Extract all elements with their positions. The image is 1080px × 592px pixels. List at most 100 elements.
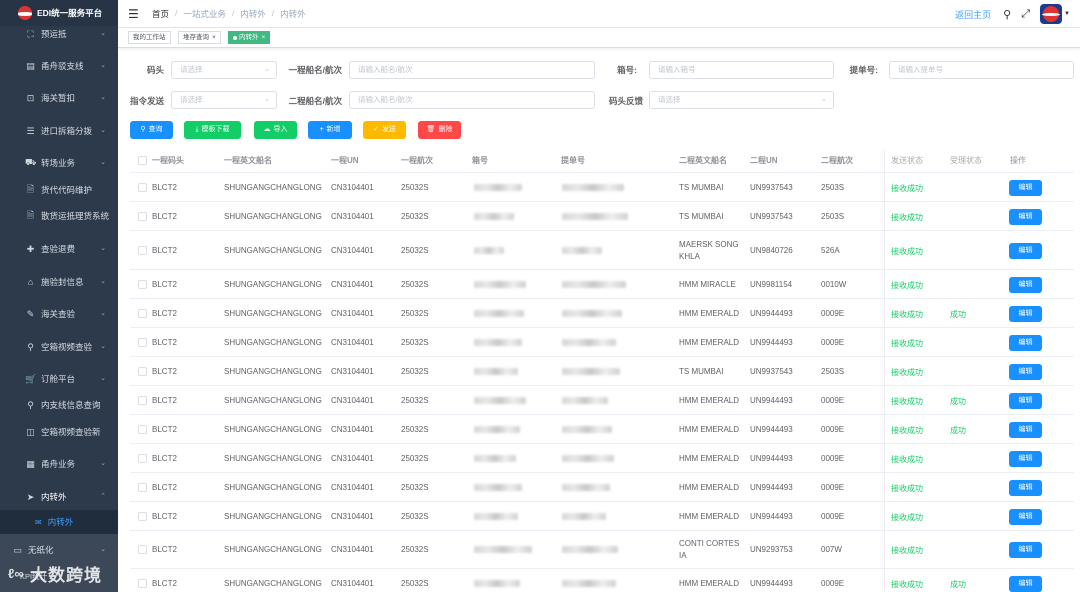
row-checkbox[interactable] — [138, 183, 147, 192]
edit-button[interactable]: 编辑 — [1009, 306, 1042, 322]
delete-button[interactable]: 🗑 删除 — [418, 121, 461, 139]
sidebar-item[interactable]: ➤ 内转外 ⌃ — [0, 483, 118, 511]
fullscreen-icon[interactable]: ⤢ — [1021, 8, 1030, 21]
vessel1-input[interactable]: 请输入船名/航次 — [349, 61, 595, 79]
tag-workstation[interactable]: 我的工作站 — [128, 31, 171, 44]
row-checkbox[interactable] — [138, 545, 147, 554]
sidebar-item[interactable]: ⚲ 内支线信息查询 — [0, 391, 118, 419]
add-button[interactable]: + 新增 — [308, 121, 352, 139]
vessel2-input[interactable]: 请输入船名/航次 — [349, 91, 595, 109]
sidebar-item[interactable]: 🗎 散货运抵理货系统 — [0, 202, 118, 230]
edit-button[interactable]: 编辑 — [1009, 180, 1042, 196]
caret-down-icon[interactable]: ▼ — [1064, 11, 1070, 17]
col-accept-status: 受理状态 — [950, 156, 982, 165]
row-checkbox[interactable] — [138, 425, 147, 434]
sidebar-item[interactable]: ◫ 空箱视频查验新 — [0, 418, 118, 446]
cell: 接收成功 — [891, 247, 923, 256]
query-button[interactable]: ⚲ 查询 — [130, 121, 173, 139]
row-checkbox[interactable] — [138, 212, 147, 221]
cell: SHUNGANGCHANGLONG — [224, 246, 322, 255]
plus-icon: ✚ — [26, 243, 35, 254]
sidebar-item[interactable]: 🗎 货代代码维护 — [0, 176, 118, 204]
cell: CN3104401 — [331, 396, 374, 405]
select-all-checkbox[interactable] — [138, 156, 147, 165]
edit-button[interactable]: 编辑 — [1009, 277, 1042, 293]
edit-button[interactable]: 编辑 — [1009, 209, 1042, 225]
sidebar-subitem-active[interactable]: ✉ 内转外 — [0, 510, 118, 534]
search-icon[interactable]: ⚲ — [1003, 8, 1011, 21]
sidebar-item[interactable]: ☰ 进口拆箱分拨 ⌄ — [0, 117, 118, 145]
cell: CN3104401 — [331, 280, 374, 289]
cell: SHUNGANGCHANGLONG — [224, 367, 322, 376]
cell: BLCT2 — [152, 367, 177, 376]
table-row: BLCT2 SHUNGANGCHANGLONG CN3104401 25032S TS … — [130, 357, 1074, 386]
col-actions: 操作 — [1010, 156, 1026, 165]
row-checkbox[interactable] — [138, 579, 147, 588]
edit-button[interactable]: 编辑 — [1009, 243, 1042, 259]
sidebar-item[interactable]: ⛶ 预运抵 ⌄ — [0, 20, 118, 48]
cell-vessel2: TS MUMBAI — [679, 212, 724, 221]
avatar[interactable] — [1040, 4, 1063, 24]
edit-button[interactable]: 编辑 — [1009, 422, 1042, 438]
redacted-container-number — [474, 484, 522, 491]
breadcrumb-item-home[interactable]: 首页 — [152, 8, 169, 20]
import-button[interactable]: ☁ 导入 — [254, 121, 297, 139]
sidebar-item[interactable]: ⛟ 转场业务 ⌄ — [0, 149, 118, 177]
container-input[interactable]: 请输入箱号 — [649, 61, 834, 79]
cell: 25032S — [401, 280, 429, 289]
instruction-select[interactable]: 请选择 ⌄ — [171, 91, 277, 109]
edit-button[interactable]: 编辑 — [1009, 576, 1042, 592]
row-checkbox[interactable] — [138, 280, 147, 289]
tag-storage-query[interactable]: 堆存查询 × — [178, 31, 221, 44]
row-checkbox[interactable] — [138, 483, 147, 492]
edit-button[interactable]: 编辑 — [1009, 542, 1042, 558]
sidebar-item[interactable]: ⚲ 空箱视频查验 ⌄ — [0, 333, 118, 361]
sidebar-item-paperless[interactable]: ▭ 无纸化 ⌄ — [0, 536, 118, 564]
close-icon[interactable]: × — [212, 34, 216, 41]
redacted-bl-number — [562, 513, 606, 520]
trash-icon: 🗑 — [426, 126, 436, 133]
sidebar-item[interactable]: ⌂ 施验封信息 ⌄ — [0, 268, 118, 296]
row-checkbox[interactable] — [138, 309, 147, 318]
edit-button[interactable]: 编辑 — [1009, 393, 1042, 409]
row-checkbox[interactable] — [138, 246, 147, 255]
watermark-text: 大数跨境 — [30, 566, 102, 585]
cell: 成功 — [950, 426, 966, 435]
cell-vessel2: CONTI CORTES — [679, 539, 740, 548]
send-button[interactable]: ✓ 发送 — [363, 121, 406, 139]
sidebar-item[interactable]: ✚ 查验退费 ⌄ — [0, 235, 118, 263]
sidebar-item-label: 内支线信息查询 — [41, 400, 101, 410]
hamburger-icon[interactable]: ☰ — [128, 7, 140, 21]
bl-input[interactable]: 请输入提单号 — [889, 61, 1074, 79]
edit-button[interactable]: 编辑 — [1009, 451, 1042, 467]
table-row: BLCT2 SHUNGANGCHANGLONG CN3104401 25032S HMM… — [130, 569, 1074, 592]
sidebar-item[interactable]: ▤ 甬舟驳支线 ⌄ — [0, 52, 118, 80]
edit-button[interactable]: 编辑 — [1009, 335, 1042, 351]
col-un1: 一程UN — [331, 156, 359, 165]
row-checkbox[interactable] — [138, 367, 147, 376]
dock-feedback-select[interactable]: 请选择 ⌄ — [649, 91, 834, 109]
template-download-button[interactable]: ⤓ 模板下载 — [184, 121, 241, 139]
row-checkbox[interactable] — [138, 454, 147, 463]
sidebar-item[interactable]: ⊡ 海关暂扣 ⌄ — [0, 84, 118, 112]
edit-button[interactable]: 编辑 — [1009, 509, 1042, 525]
row-checkbox[interactable] — [138, 338, 147, 347]
row-checkbox[interactable] — [138, 396, 147, 405]
cell: 接收成功 — [891, 339, 923, 348]
cell: UN9944493 — [750, 483, 793, 492]
sidebar-item[interactable]: 🛒 订舱平台 ⌄ — [0, 365, 118, 393]
sidebar-item[interactable]: ▦ 甬舟业务 ⌄ — [0, 450, 118, 478]
close-icon[interactable]: × — [262, 34, 266, 41]
dock-select[interactable]: 请选择 ⌄ — [171, 61, 277, 79]
row-checkbox[interactable] — [138, 512, 147, 521]
tag-internal-to-external[interactable]: 内转外 × — [228, 31, 271, 44]
redacted-container-number — [474, 213, 514, 220]
home-link[interactable]: 返回主页 — [955, 8, 991, 21]
cell: CN3104401 — [331, 367, 374, 376]
chevron-down-icon: ⌄ — [264, 96, 270, 103]
cell-vessel2: HMM MIRACLE — [679, 280, 736, 289]
edit-button[interactable]: 编辑 — [1009, 480, 1042, 496]
sidebar-item[interactable]: ✎ 海关查验 ⌄ — [0, 300, 118, 328]
edit-button[interactable]: 编辑 — [1009, 364, 1042, 380]
cell: 25032S — [401, 425, 429, 434]
